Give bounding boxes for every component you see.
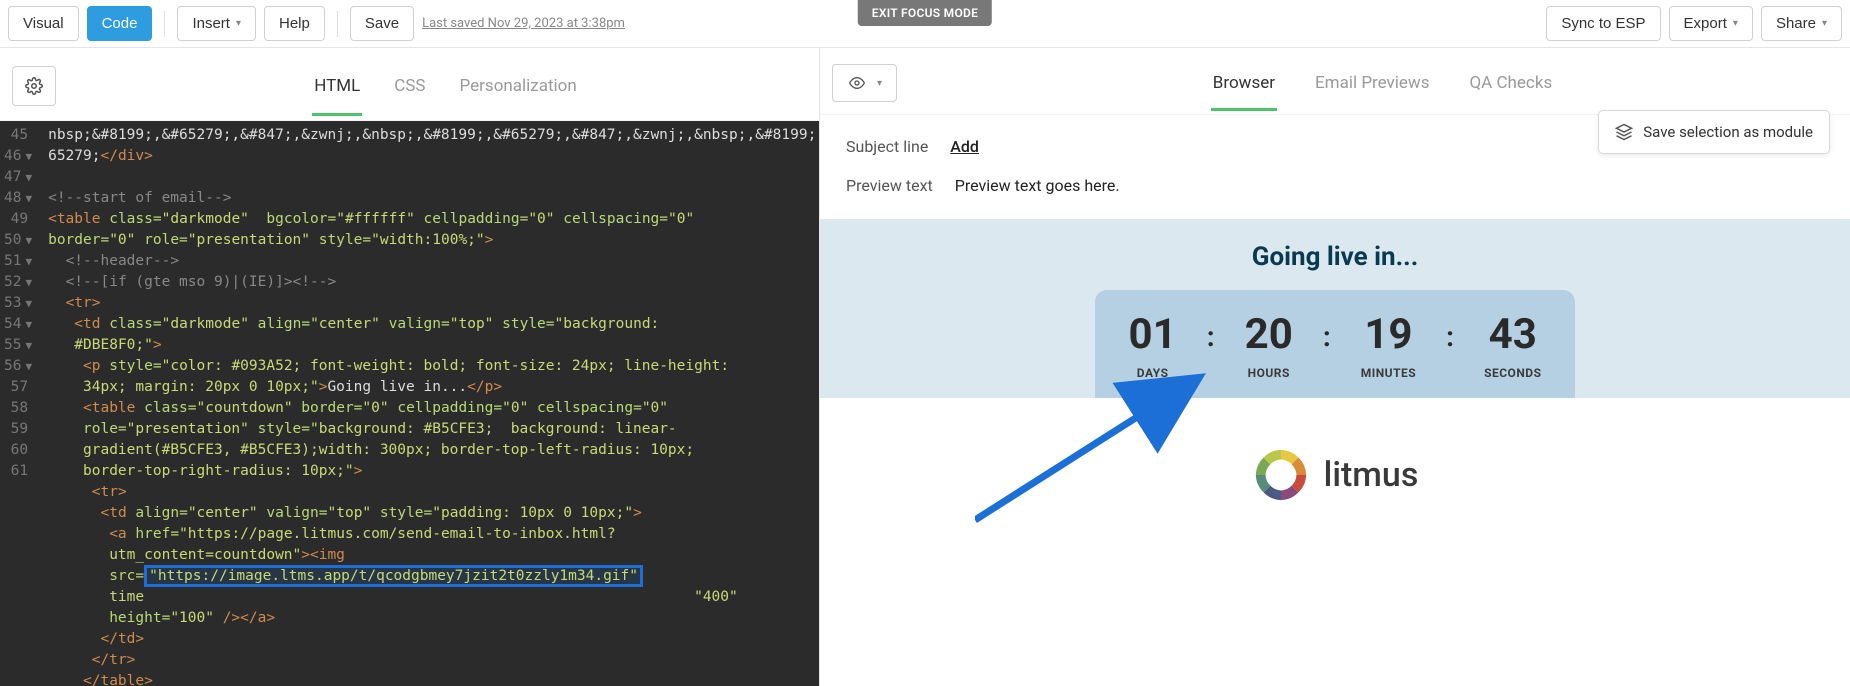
gear-icon: [25, 77, 43, 95]
main-split: HTML CSS Personalization Save selection …: [0, 48, 1850, 686]
days-label: DAYS: [1129, 366, 1177, 380]
countdown-days: 01 DAYS: [1129, 314, 1177, 380]
litmus-ring-icon: [1252, 446, 1310, 504]
topbar: Visual Code Insert ▾ Help Save Last saved…: [0, 0, 1850, 48]
eye-icon: [847, 75, 867, 91]
code-pane: HTML CSS Personalization Save selection …: [0, 48, 820, 686]
countdown-sep: :: [1446, 314, 1454, 353]
sync-esp-button[interactable]: Sync to ESP: [1546, 6, 1660, 41]
countdown-minutes: 19 MINUTES: [1361, 314, 1416, 380]
code-editor[interactable]: 4546▼47▼48▼4950▼51▼52▼53▼54▼55▼56▼575859…: [0, 121, 819, 686]
tab-html[interactable]: HTML: [312, 72, 362, 100]
preview-header: ▾ Browser Email Previews QA Checks: [820, 48, 1850, 115]
chevron-down-icon: ▾: [236, 18, 241, 29]
export-button[interactable]: Export ▾: [1669, 6, 1753, 41]
countdown-sep: :: [1323, 314, 1331, 353]
settings-button[interactable]: [12, 66, 56, 106]
divider: [164, 11, 165, 37]
days-value: 01: [1129, 314, 1177, 356]
code-pane-header: HTML CSS Personalization: [0, 48, 819, 121]
email-render: Going live in... 01 DAYS : 20 HOURS : 19…: [820, 220, 1850, 398]
countdown-seconds: 43 SECONDS: [1484, 314, 1541, 380]
minutes-label: MINUTES: [1361, 366, 1416, 380]
countdown-timer: 01 DAYS : 20 HOURS : 19 MINUTES :: [1095, 290, 1575, 398]
save-selection-module-button[interactable]: Save selection as module: [1598, 110, 1830, 154]
share-label: Share: [1776, 15, 1816, 32]
chevron-down-icon: ▾: [1822, 18, 1827, 29]
tab-css[interactable]: CSS: [392, 72, 427, 100]
code-tab-button[interactable]: Code: [87, 6, 153, 41]
divider: [337, 11, 338, 37]
preview-body: Subject line Add Preview text Preview te…: [820, 115, 1850, 686]
exit-focus-mode-button[interactable]: EXIT FOCUS MODE: [858, 0, 992, 26]
preview-tabs: Browser Email Previews QA Checks: [927, 69, 1838, 97]
preview-text-label: Preview text: [846, 176, 933, 195]
tab-browser[interactable]: Browser: [1211, 69, 1277, 97]
countdown-sep: :: [1207, 314, 1215, 353]
insert-button[interactable]: Insert ▾: [177, 6, 256, 41]
email-footer: litmus: [820, 398, 1850, 556]
preview-text-value: Preview text goes here.: [955, 176, 1120, 195]
module-button-label: Save selection as module: [1643, 123, 1813, 141]
save-button[interactable]: Save: [350, 6, 414, 41]
subject-add-link[interactable]: Add: [950, 137, 979, 156]
email-heading: Going live in...: [820, 242, 1850, 272]
litmus-logo: litmus: [1252, 446, 1419, 504]
visual-tab-button[interactable]: Visual: [8, 6, 79, 41]
seconds-label: SECONDS: [1484, 366, 1541, 380]
chevron-down-icon: ▾: [877, 78, 882, 89]
preview-text-row: Preview text Preview text goes here.: [846, 166, 1824, 205]
preview-visibility-button[interactable]: ▾: [832, 64, 897, 102]
insert-label: Insert: [192, 15, 230, 32]
seconds-value: 43: [1484, 314, 1541, 356]
last-saved-text[interactable]: Last saved Nov 29, 2023 at 3:38pm: [422, 16, 625, 31]
editor-gutter: 4546▼47▼48▼4950▼51▼52▼53▼54▼55▼56▼575859…: [0, 121, 40, 686]
editor-code[interactable]: nbsp;&#8199;,&#65279;,&#847;,&zwnj;,&nbs…: [40, 121, 819, 686]
hours-label: HOURS: [1245, 366, 1293, 380]
tab-email-previews[interactable]: Email Previews: [1313, 69, 1431, 97]
minutes-value: 19: [1361, 314, 1416, 356]
countdown-hours: 20 HOURS: [1245, 314, 1293, 380]
help-button[interactable]: Help: [264, 6, 325, 41]
hours-value: 20: [1245, 314, 1293, 356]
subject-label: Subject line: [846, 137, 928, 156]
chevron-down-icon: ▾: [1733, 18, 1738, 29]
share-button[interactable]: Share ▾: [1761, 6, 1842, 41]
tab-personalization[interactable]: Personalization: [458, 72, 579, 100]
layers-icon: [1615, 123, 1633, 141]
litmus-wordmark: litmus: [1324, 455, 1419, 495]
code-tabs: HTML CSS Personalization: [84, 72, 807, 100]
tab-qa-checks[interactable]: QA Checks: [1467, 69, 1554, 97]
export-label: Export: [1684, 15, 1727, 32]
